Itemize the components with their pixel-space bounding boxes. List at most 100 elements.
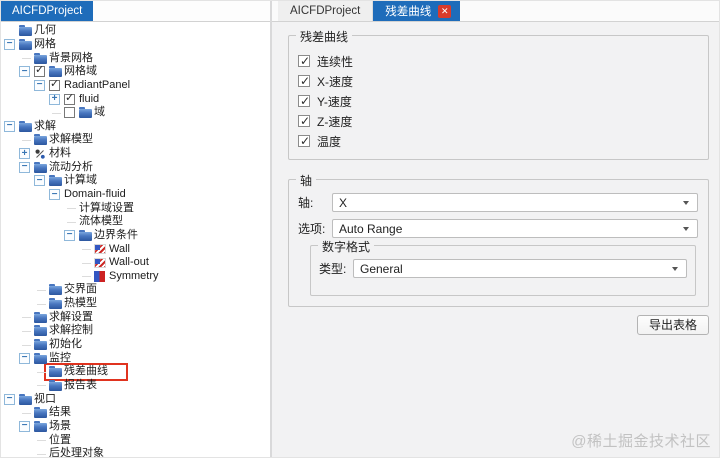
expander-minus-icon[interactable]: −	[4, 120, 15, 132]
tree-connector	[19, 338, 34, 352]
tree-item-label: 残差曲线	[64, 364, 108, 377]
tree-item[interactable]: 域	[1, 106, 270, 120]
tree-item-label: 网格域	[64, 65, 97, 78]
expander-plus-icon[interactable]: +	[49, 93, 60, 105]
folder-icon	[49, 379, 62, 391]
expander-minus-icon[interactable]: −	[19, 66, 30, 78]
checkbox-row[interactable]: 连续性	[298, 51, 698, 71]
combo-value: X	[339, 195, 348, 210]
checkbox[interactable]	[298, 94, 310, 108]
tree-item[interactable]: 残差曲线	[1, 362, 270, 381]
tree-item-label: 几何	[34, 24, 56, 37]
tree-checkbox[interactable]	[64, 107, 75, 119]
tree-item[interactable]: − 流动分析	[1, 160, 270, 174]
tree-item[interactable]: 计算域设置	[1, 201, 270, 215]
tree-item[interactable]: 求解设置	[1, 310, 270, 324]
tree-item-label: 域	[94, 106, 105, 119]
tree-item[interactable]: Wall-out	[1, 256, 270, 270]
checkbox-label: Y-速度	[317, 94, 352, 109]
tree-item[interactable]: 交界面	[1, 283, 270, 297]
tree-item-label: 求解控制	[49, 324, 93, 337]
right-tabbar: AICFDProject 残差曲线 ✕	[272, 1, 719, 22]
tree-item[interactable]: − 边界条件	[1, 229, 270, 243]
tree-checkbox[interactable]	[34, 65, 45, 78]
checkbox[interactable]	[298, 54, 310, 68]
tree-item[interactable]: − RadiantPanel	[1, 79, 270, 93]
tree-item[interactable]: − 网格域	[1, 65, 270, 79]
expander-minus-icon[interactable]: −	[49, 189, 60, 200]
expander-minus-icon[interactable]: −	[34, 79, 45, 91]
tree-item[interactable]: + fluid	[1, 92, 270, 106]
export-table-button[interactable]: 导出表格	[636, 315, 709, 336]
expander-minus-icon[interactable]: −	[4, 393, 15, 405]
tab-project[interactable]: AICFDProject	[278, 1, 374, 21]
tree-item[interactable]: 位置	[1, 433, 270, 447]
tree-item[interactable]: 几何	[1, 24, 270, 38]
tree-item-label: 流体模型	[79, 215, 123, 228]
checkbox-label: 温度	[317, 134, 342, 149]
tree-checkbox[interactable]	[49, 79, 60, 91]
tree-item[interactable]: 后处理对象	[1, 447, 270, 457]
tree-item[interactable]: 报告表	[1, 379, 270, 393]
tree-item[interactable]: + 材料	[1, 147, 270, 161]
group-title: 数字格式	[318, 238, 375, 255]
tree-item[interactable]: Symmetry	[1, 270, 270, 284]
tree-item[interactable]: 结果	[1, 406, 270, 420]
folder-icon	[34, 134, 47, 146]
close-icon[interactable]: ✕	[438, 4, 452, 18]
folder-icon	[49, 365, 62, 377]
expander-minus-icon[interactable]: −	[19, 161, 30, 173]
expander-plus-icon[interactable]: +	[19, 148, 30, 160]
tree-item[interactable]: − Domain-fluid	[1, 188, 270, 202]
folder-icon	[49, 298, 62, 310]
tree-item[interactable]: 热模型	[1, 297, 270, 311]
expander-minus-icon[interactable]: −	[34, 175, 45, 187]
tab-project[interactable]: AICFDProject	[1, 1, 94, 21]
tree-checkbox[interactable]	[64, 93, 75, 105]
dropdown-arrow-icon	[672, 266, 678, 271]
tree-item[interactable]: 求解模型	[1, 133, 270, 147]
tree-item-label: Domain-fluid	[64, 188, 126, 200]
tree-item[interactable]: − 网格	[1, 38, 270, 52]
combo-box[interactable]: Auto Range	[332, 219, 698, 238]
expander-minus-icon[interactable]: −	[4, 38, 15, 50]
folder-icon	[34, 420, 47, 432]
tree-item[interactable]: − 视口	[1, 392, 270, 406]
checkbox-row[interactable]: Z-速度	[298, 111, 698, 131]
checkbox-row[interactable]: X-速度	[298, 71, 698, 91]
folder-icon	[34, 325, 47, 337]
tree-item[interactable]: − 计算域	[1, 174, 270, 188]
checkbox[interactable]	[298, 74, 310, 88]
checkbox-row[interactable]: 温度	[298, 131, 698, 151]
tree-connector	[64, 215, 79, 229]
checkbox[interactable]	[298, 114, 310, 128]
tree-item[interactable]: Wall	[1, 242, 270, 256]
expander-minus-icon[interactable]: −	[64, 229, 75, 241]
tree-item[interactable]: − 求解	[1, 119, 270, 133]
tree-item[interactable]: 流体模型	[1, 215, 270, 229]
tree-item[interactable]: − 监控	[1, 351, 270, 365]
tree-item[interactable]: 初始化	[1, 338, 270, 352]
tree-connector	[34, 433, 49, 447]
folder-icon	[49, 66, 62, 78]
field-label: 轴:	[298, 196, 314, 210]
expander-minus-icon[interactable]: −	[19, 420, 30, 432]
expander-minus-icon[interactable]: −	[19, 352, 30, 364]
checkbox[interactable]	[298, 134, 310, 148]
tree-item-label: 网格	[34, 37, 56, 50]
checkbox-row[interactable]: Y-速度	[298, 91, 698, 111]
field-row: 选项: Auto Range	[298, 219, 698, 238]
tree-item[interactable]: 背景网格	[1, 51, 270, 65]
combo-value: Auto Range	[339, 221, 403, 236]
combo-box[interactable]: General	[353, 259, 687, 278]
tree-item[interactable]: − 场景	[1, 420, 270, 434]
tree-item[interactable]: 求解控制	[1, 324, 270, 338]
combo-box[interactable]: X	[332, 193, 698, 212]
project-tree-panel: AICFDProject 几何−网格背景网格−网格域−RadiantPanel+…	[1, 1, 272, 457]
tab-residual-curves[interactable]: 残差曲线 ✕	[373, 1, 461, 21]
